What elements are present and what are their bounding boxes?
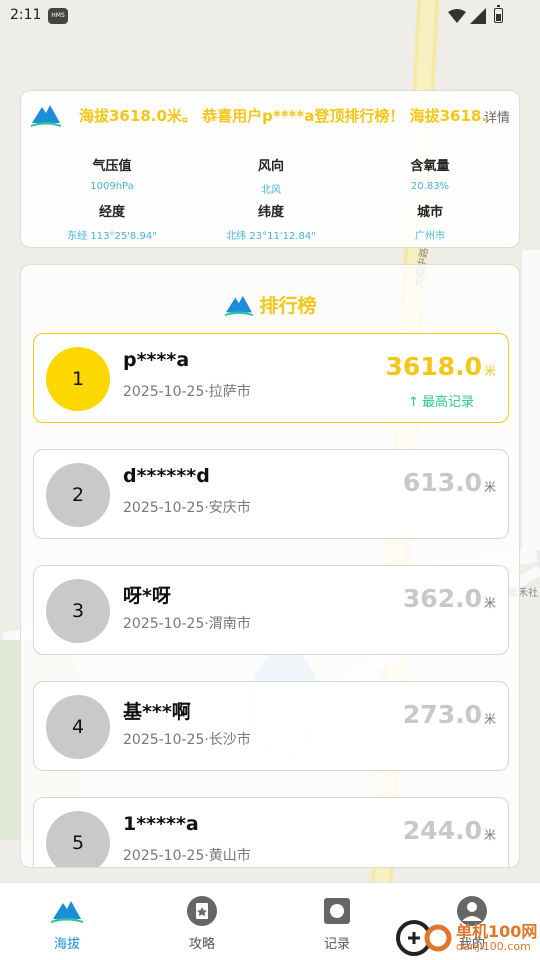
stat-value: 1009hPa: [90, 181, 134, 192]
announcement-ticker: 海拔3618.0米。 恭喜用户p****a登顶排行榜！ 海拔3618.0米。: [79, 107, 487, 125]
nav-label: 海拔: [53, 937, 80, 952]
details-link[interactable]: 详情: [484, 107, 510, 126]
altitude-unit: 米: [483, 364, 496, 378]
altitude-value: 273.0 米: [403, 700, 496, 729]
stat-label: 气压值: [92, 159, 132, 174]
signal-icon: [470, 8, 486, 24]
date-city: 2025-10-25·拉萨市: [123, 384, 251, 400]
altitude-value: 244.0 米: [403, 816, 496, 845]
status-bar: 2:11 HMS: [0, 0, 540, 34]
stat-label: 经度: [98, 205, 125, 220]
altitude-number: 362.0: [402, 584, 482, 613]
rank-badge: 3: [46, 579, 110, 643]
altitude-value: 362.0 米: [403, 584, 496, 613]
altitude-number: 244.0: [402, 816, 482, 845]
hms-badge-icon: HMS: [48, 8, 68, 24]
leaderboard-row[interactable]: 3 呀*呀 2025-10-25·渭南市 362.0 米: [33, 565, 509, 655]
watermark-url: danji100.com: [456, 940, 531, 953]
stat-label: 含氧量: [410, 159, 450, 174]
status-time: 2:11: [10, 7, 42, 23]
record-label: 最高记录: [421, 395, 474, 410]
stat-city: 城市 广州市: [355, 201, 505, 242]
stat-value: 20.83%: [410, 181, 450, 192]
leaderboard-title: 排行榜: [21, 291, 519, 321]
mountain-icon: [225, 295, 254, 316]
leaderboard-panel[interactable]: 排行榜 1 p****a 2025-10-25·拉萨市 3618.0 米 ↑ 最高记…: [20, 264, 520, 868]
guide-icon: [187, 896, 217, 926]
altitude-value: 613.0 米: [403, 468, 496, 497]
stat-label: 纬度: [257, 205, 284, 220]
altitude-number: 613.0: [402, 468, 482, 497]
date-city: 2025-10-25·安庆市: [123, 500, 251, 516]
stat-label: 城市: [416, 205, 443, 220]
nav-label: 攻略: [188, 937, 215, 952]
rank-badge: 5: [46, 811, 110, 867]
rank-badge: 1: [46, 347, 110, 411]
stat-latitude: 纬度 北纬 23°11'12.84": [196, 201, 346, 242]
nav-tab-records[interactable]: 记录: [297, 895, 377, 952]
stat-value: 广州市: [415, 231, 445, 242]
altitude-unit: 米: [483, 480, 496, 494]
leaderboard-title-text: 排行榜: [259, 295, 317, 317]
stat-pressure: 气压值 1009hPa: [37, 155, 187, 192]
battery-icon: [494, 5, 503, 23]
site-watermark: 单机100网 danji100.com: [392, 914, 540, 960]
nav-tab-altitude[interactable]: 海拔: [27, 895, 107, 952]
altitude-value: 3618.0 米: [386, 352, 497, 381]
rank-badge: 4: [46, 695, 110, 759]
user-name: d******d: [123, 465, 210, 487]
record-badge: ↑ 最高记录: [408, 391, 474, 410]
date-city: 2025-10-25·渭南市: [123, 616, 251, 632]
arrow-up-icon: ↑: [408, 395, 419, 410]
leaderboard-row[interactable]: 5 1*****a 2025-10-25·黄山市 244.0 米: [33, 797, 509, 867]
stat-wind-direction: 风向 北风: [196, 155, 346, 196]
nav-tab-guide[interactable]: 攻略: [162, 895, 242, 952]
altitude-unit: 米: [483, 596, 496, 610]
altitude-unit: 米: [483, 828, 496, 842]
rank-badge: 2: [46, 463, 110, 527]
stat-label: 风向: [257, 159, 284, 174]
mountain-icon: [51, 901, 83, 923]
mountain-logo-icon: [31, 105, 61, 127]
date-city: 2025-10-25·长沙市: [123, 732, 251, 748]
stat-value: 北纬 23°11'12.84": [226, 231, 316, 242]
user-name: 基***啊: [123, 701, 191, 723]
stat-longitude: 经度 东经 113°25'8.94": [37, 201, 187, 242]
leaderboard-row[interactable]: 2 d******d 2025-10-25·安庆市 613.0 米: [33, 449, 509, 539]
leaderboard-row[interactable]: 4 基***啊 2025-10-25·长沙市 273.0 米: [33, 681, 509, 771]
wifi-icon: [448, 9, 466, 23]
stat-oxygen: 含氧量 20.83%: [355, 155, 505, 192]
watermark-title: 单机100网: [456, 922, 538, 941]
altitude-unit: 米: [483, 712, 496, 726]
user-name: p****a: [123, 349, 190, 371]
date-city: 2025-10-25·黄山市: [123, 848, 251, 864]
altitude-info-card: 海拔3618.0米。 恭喜用户p****a登顶排行榜！ 海拔3618.0米。 详…: [20, 90, 520, 248]
record-icon: [324, 898, 350, 924]
user-name: 1*****a: [123, 813, 199, 835]
altitude-number: 3618.0: [385, 352, 482, 381]
stat-value: 北风: [261, 185, 281, 196]
nav-label: 记录: [323, 937, 350, 952]
stat-value: 东经 113°25'8.94": [67, 231, 157, 242]
altitude-number: 273.0: [402, 700, 482, 729]
watermark-logo-icon: [396, 920, 452, 956]
leaderboard-row[interactable]: 1 p****a 2025-10-25·拉萨市 3618.0 米 ↑ 最高记录: [33, 333, 509, 423]
user-name: 呀*呀: [123, 585, 171, 607]
